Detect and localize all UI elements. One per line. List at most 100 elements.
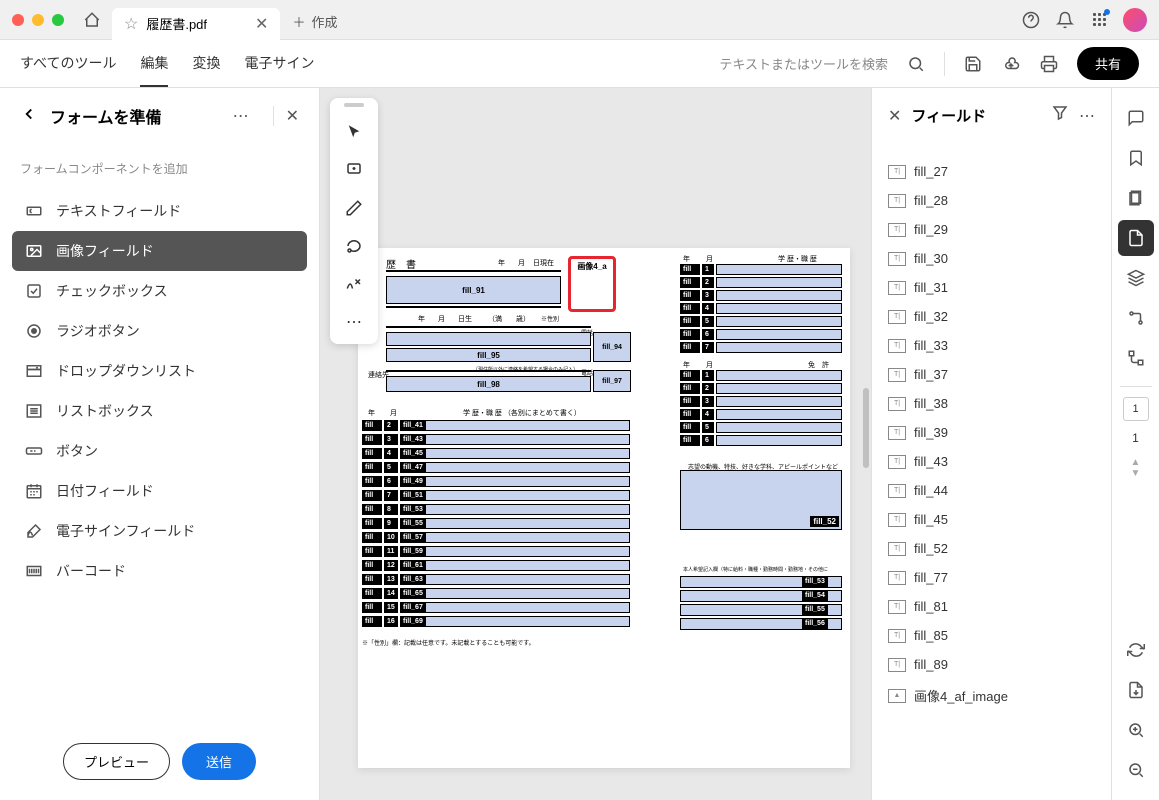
r2-field[interactable] <box>716 422 842 433</box>
component-checkbox[interactable]: チェックボックス <box>12 271 307 311</box>
row-month-label[interactable]: 11 <box>384 546 398 557</box>
menu-edit[interactable]: 編集 <box>140 41 168 87</box>
form-field-52[interactable]: fill_52 <box>680 470 842 530</box>
history-row-field[interactable] <box>400 448 630 459</box>
history-row-field[interactable] <box>400 490 630 501</box>
tree-rail-icon[interactable] <box>1118 340 1154 376</box>
field-list-item[interactable]: T|fill_27 <box>884 157 1099 186</box>
r2-field[interactable] <box>716 370 842 381</box>
back-button[interactable] <box>20 105 38 128</box>
field-list-item[interactable]: T|fill_38 <box>884 389 1099 418</box>
rotate-rail-icon[interactable] <box>1118 632 1154 668</box>
row-year-label[interactable]: fill <box>362 588 382 599</box>
history-row-field[interactable] <box>400 574 630 585</box>
component-image-field[interactable]: 画像フィールド <box>12 231 307 271</box>
pdf-page[interactable]: 歴 書 年 月 日現在 fill_91 年 月 日生 （満 歳） ※性別 電話 … <box>358 248 850 768</box>
r1-field[interactable] <box>716 290 842 301</box>
page-up-button[interactable]: ▲ <box>1131 457 1141 468</box>
fields-more-icon[interactable]: ⋯ <box>1079 106 1095 126</box>
history-row-field[interactable] <box>400 602 630 613</box>
row-month-label[interactable]: 7 <box>384 490 398 501</box>
select-tool[interactable] <box>334 114 374 150</box>
r1-label[interactable]: fill <box>680 277 700 288</box>
row-year-label[interactable]: fill <box>362 490 382 501</box>
r1-field[interactable] <box>716 342 842 353</box>
field-list-item[interactable]: T|fill_37 <box>884 360 1099 389</box>
form-field-98[interactable]: fill_98 <box>386 376 591 392</box>
history-row-field[interactable] <box>400 588 630 599</box>
lasso-tool[interactable] <box>334 228 374 264</box>
r1-field[interactable] <box>716 316 842 327</box>
r2-field[interactable] <box>716 409 842 420</box>
row-month-label[interactable]: 15 <box>384 602 398 613</box>
fields-close-button[interactable]: ✕ <box>888 106 901 126</box>
tab-close-button[interactable]: ✕ <box>255 14 268 34</box>
new-tab-button[interactable]: ＋ 作成 <box>280 12 349 31</box>
row-year-label[interactable]: fill <box>362 532 382 543</box>
submit-button[interactable]: 送信 <box>182 743 256 780</box>
field-list-item[interactable]: T|fill_81 <box>884 592 1099 621</box>
component-radio[interactable]: ラジオボタン <box>12 311 307 351</box>
menu-convert[interactable]: 変換 <box>192 41 220 87</box>
row-year-label[interactable]: fill <box>362 518 382 529</box>
panel-close-button[interactable]: ✕ <box>273 106 299 126</box>
component-text-field[interactable]: テキストフィールド <box>12 191 307 231</box>
row-month-label[interactable]: 3 <box>384 434 398 445</box>
field-list-item[interactable]: ▲画像4_af_image <box>884 679 1099 712</box>
r1-label[interactable]: fill <box>680 329 700 340</box>
field-list-item[interactable]: T|fill_44 <box>884 476 1099 505</box>
field-list-item[interactable]: T|fill_30 <box>884 244 1099 273</box>
component-date[interactable]: 日付フィールド <box>12 471 307 511</box>
filter-icon[interactable] <box>1051 104 1069 127</box>
notification-icon[interactable] <box>1055 10 1075 30</box>
panel-more-icon[interactable]: ⋯ <box>233 106 249 126</box>
user-avatar[interactable] <box>1123 8 1147 32</box>
form-field-95[interactable]: fill_95 <box>386 348 591 362</box>
canvas-area[interactable]: ⋯ 歴 書 年 月 日現在 fill_91 年 月 日生 （満 歳） ※性別 <box>320 88 871 800</box>
home-button[interactable] <box>80 8 104 32</box>
r2-field[interactable] <box>716 383 842 394</box>
row-year-label[interactable]: fill <box>362 574 382 585</box>
document-tab[interactable]: ☆ 履歴書.pdf ✕ <box>112 8 280 40</box>
menu-all-tools[interactable]: すべてのツール <box>20 41 116 87</box>
toolbar-drag-handle[interactable] <box>334 102 374 108</box>
share-button[interactable]: 共有 <box>1077 47 1139 80</box>
field-list-item[interactable]: T|fill_29 <box>884 215 1099 244</box>
field-list-item[interactable]: T|fill_52 <box>884 534 1099 563</box>
history-row-field[interactable] <box>400 616 630 627</box>
history-row-field[interactable] <box>400 476 630 487</box>
row-month-label[interactable]: 8 <box>384 504 398 515</box>
search-icon[interactable] <box>906 54 926 74</box>
row-year-label[interactable]: fill <box>362 602 382 613</box>
row-month-label[interactable]: 9 <box>384 518 398 529</box>
history-row-field[interactable] <box>400 462 630 473</box>
print-icon[interactable] <box>1039 54 1059 74</box>
r2-field[interactable] <box>716 396 842 407</box>
export-rail-icon[interactable] <box>1118 672 1154 708</box>
history-row-field[interactable] <box>400 532 630 543</box>
field-list-item[interactable]: T|fill_39 <box>884 418 1099 447</box>
bookmark-rail-icon[interactable] <box>1118 140 1154 176</box>
pages-rail-icon[interactable] <box>1118 180 1154 216</box>
r1-field[interactable] <box>716 303 842 314</box>
apps-icon[interactable] <box>1089 10 1109 30</box>
row-year-label[interactable]: fill <box>362 448 382 459</box>
form-field-91[interactable]: fill_91 <box>386 276 561 304</box>
page-down-button[interactable]: ▼ <box>1131 468 1141 479</box>
row-year-label[interactable]: fill <box>362 420 382 431</box>
menu-esign[interactable]: 電子サイン <box>244 41 314 87</box>
field-list-item[interactable]: T|fill_33 <box>884 331 1099 360</box>
signature-tool[interactable] <box>334 266 374 302</box>
r1-label[interactable]: fill <box>680 303 700 314</box>
component-esign[interactable]: 電子サインフィールド <box>12 511 307 551</box>
row-month-label[interactable]: 16 <box>384 616 398 627</box>
r1-field[interactable] <box>716 277 842 288</box>
r1-label[interactable]: fill <box>680 290 700 301</box>
row-month-label[interactable]: 6 <box>384 476 398 487</box>
form-field-94[interactable]: fill_94 <box>593 332 631 362</box>
r1-field[interactable] <box>716 264 842 275</box>
r1-field[interactable] <box>716 329 842 340</box>
minimize-window-button[interactable] <box>32 14 44 26</box>
component-listbox[interactable]: リストボックス <box>12 391 307 431</box>
row-month-label[interactable]: 12 <box>384 560 398 571</box>
